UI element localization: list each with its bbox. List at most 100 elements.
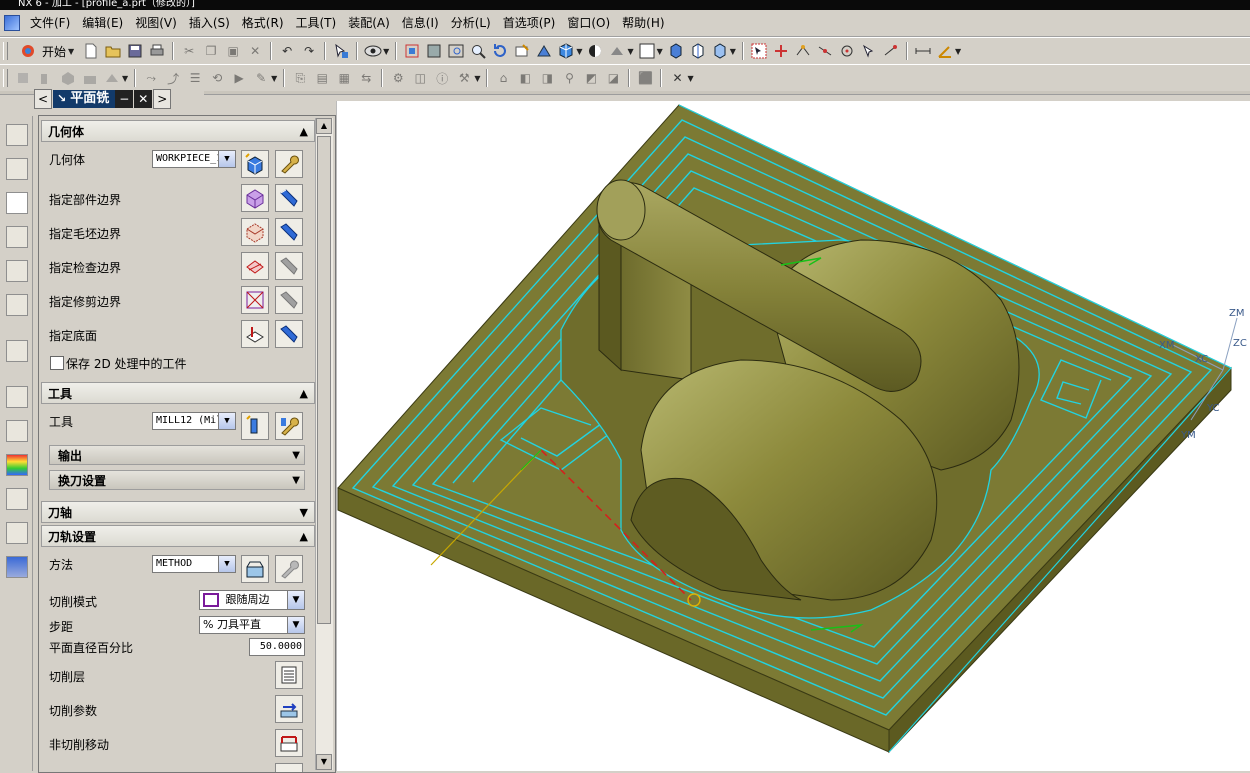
chevron-down-icon[interactable]: ▼ xyxy=(687,74,693,83)
cut-icon[interactable]: ✂ xyxy=(180,42,198,60)
output-subsection[interactable]: 输出 ▼ xyxy=(49,445,305,465)
fit-icon[interactable] xyxy=(403,42,421,60)
chevron-down-icon[interactable]: ▼ xyxy=(955,47,961,56)
display-blank-boundary-button[interactable] xyxy=(275,218,303,246)
cut-levels-button[interactable] xyxy=(275,661,303,689)
view-orient-icon[interactable] xyxy=(667,42,685,60)
new-tool-button[interactable] xyxy=(241,412,269,440)
web-browser-icon[interactable] xyxy=(6,340,28,362)
nx-app-icon[interactable] xyxy=(4,15,20,31)
save-2d-checkbox[interactable] xyxy=(50,356,64,370)
new-method-button[interactable] xyxy=(241,555,269,583)
zoom-window-icon[interactable] xyxy=(425,42,443,60)
menu-format[interactable]: 格式(R) xyxy=(236,10,290,36)
undo-icon[interactable]: ↶ xyxy=(278,42,296,60)
shop-doc-icon[interactable]: ▤ xyxy=(313,69,331,87)
method-select[interactable]: METHOD ▼ xyxy=(152,555,236,573)
specify-part-boundary-button[interactable] xyxy=(241,184,269,212)
hd3d-tools-icon[interactable] xyxy=(6,294,28,316)
chevron-down-icon[interactable]: ▼ xyxy=(122,74,128,83)
background-icon[interactable] xyxy=(638,42,656,60)
delete-icon[interactable]: ✕ xyxy=(246,42,264,60)
scroll-thumb[interactable] xyxy=(317,136,331,624)
path-edit-icon[interactable]: ✎ xyxy=(252,69,270,87)
dialog-title-bar[interactable]: ↘ 平面铣 xyxy=(53,90,116,108)
display-floor-button[interactable] xyxy=(275,320,303,348)
snap-mid-icon[interactable] xyxy=(816,42,834,60)
edit-method-button[interactable] xyxy=(275,555,303,583)
render-style-icon[interactable] xyxy=(586,42,604,60)
select-filter-icon[interactable] xyxy=(332,42,350,60)
chevron-down-icon[interactable]: ▼ xyxy=(730,47,736,56)
chevron-down-icon[interactable]: ▼ xyxy=(576,47,582,56)
menu-view[interactable]: 视图(V) xyxy=(129,10,183,36)
specify-trim-boundary-button[interactable] xyxy=(241,286,269,314)
edit-tool-button[interactable] xyxy=(275,412,303,440)
menu-preferences[interactable]: 首选项(P) xyxy=(497,10,562,36)
part-icon[interactable]: ⬛ xyxy=(636,69,654,87)
ipw-icon[interactable]: ◨ xyxy=(538,69,556,87)
simulate-icon[interactable]: ▶ xyxy=(230,69,248,87)
replay-path-icon[interactable]: ⤴ xyxy=(164,69,182,87)
chevron-down-icon[interactable]: ▼ xyxy=(657,47,663,56)
copy-icon[interactable]: ❐ xyxy=(202,42,220,60)
rotate-icon[interactable] xyxy=(491,42,509,60)
dialog-scrollbar[interactable]: ▲ ▼ xyxy=(315,118,333,770)
display-part-boundary-button[interactable] xyxy=(275,184,303,212)
tool-select[interactable]: MILL12 (Mill ▼ xyxy=(152,412,236,430)
transform-icon[interactable]: ⇆ xyxy=(357,69,375,87)
stepover-select[interactable]: % 刀具平直 ▼ xyxy=(199,616,305,634)
view-top-icon[interactable] xyxy=(689,42,707,60)
measure-angle-icon[interactable] xyxy=(936,42,954,60)
menu-assembly[interactable]: 装配(A) xyxy=(342,10,396,36)
snap-center-icon[interactable] xyxy=(838,42,856,60)
palette-icon[interactable] xyxy=(6,454,28,476)
pan-icon[interactable] xyxy=(513,42,531,60)
chevron-down-icon[interactable]: ▼ xyxy=(474,74,480,83)
tool-section-header[interactable]: 工具 ▲ xyxy=(41,382,315,404)
menu-edit[interactable]: 编辑(E) xyxy=(76,10,129,36)
chevron-down-icon[interactable]: ▼ xyxy=(271,74,277,83)
minimize-icon[interactable]: − xyxy=(115,90,134,108)
list-path-icon[interactable]: ☰ xyxy=(186,69,204,87)
specify-check-boundary-button[interactable] xyxy=(241,252,269,280)
generate-path-icon[interactable]: ⤳ xyxy=(142,69,160,87)
snap-arrow-icon[interactable] xyxy=(860,42,878,60)
chevron-right-icon[interactable]: > xyxy=(153,89,172,109)
chevron-down-icon[interactable]: ▼ xyxy=(627,47,633,56)
create-geometry-icon[interactable] xyxy=(59,69,77,87)
redo-icon[interactable]: ↷ xyxy=(300,42,318,60)
machine-navigator-icon[interactable] xyxy=(6,226,28,248)
menu-window[interactable]: 窗口(O) xyxy=(561,10,616,36)
geometry-select[interactable]: WORKPIECE_1 ▼ xyxy=(152,150,236,168)
settings-icon[interactable]: ⚒ xyxy=(455,69,473,87)
percent-input[interactable]: 50.0000 xyxy=(249,638,305,656)
non-cut-moves-button[interactable] xyxy=(275,729,303,757)
graphics-viewport[interactable]: ZM ZC XM XC YC YM xyxy=(336,101,1250,771)
menu-file[interactable]: 文件(F) xyxy=(24,10,76,36)
shaded-cube-icon[interactable] xyxy=(557,42,575,60)
axis-section-header[interactable]: 刀轴 ▼ xyxy=(41,501,315,523)
measure-distance-icon[interactable] xyxy=(914,42,932,60)
chevron-left-icon[interactable]: < xyxy=(34,89,52,109)
cutter-icon[interactable]: ⚲ xyxy=(560,69,578,87)
verify-path-icon[interactable]: ⟲ xyxy=(208,69,226,87)
paste-icon[interactable]: ▣ xyxy=(224,42,242,60)
system-materials-icon[interactable] xyxy=(6,420,28,442)
open-file-icon[interactable] xyxy=(104,42,122,60)
select-point-icon[interactable] xyxy=(750,42,768,60)
perspective-icon[interactable] xyxy=(535,42,553,60)
show-hide-icon[interactable] xyxy=(364,42,382,60)
edit-geometry-button[interactable] xyxy=(275,150,303,178)
menu-insert[interactable]: 插入(S) xyxy=(183,10,236,36)
new-geometry-button[interactable] xyxy=(241,150,269,178)
cut-pattern-select[interactable]: 跟随周边 ▼ xyxy=(199,590,305,610)
postprocess-icon[interactable]: ⎘ xyxy=(291,69,309,87)
holder-icon[interactable]: ◩ xyxy=(582,69,600,87)
create-tool-icon[interactable] xyxy=(37,69,55,87)
toolbar-grip[interactable] xyxy=(3,69,8,87)
constraint-navigator-icon[interactable] xyxy=(6,158,28,180)
menu-analysis[interactable]: 分析(L) xyxy=(445,10,497,36)
delete-x-icon[interactable]: ✕ xyxy=(668,69,686,87)
blank-icon[interactable]: ◧ xyxy=(516,69,534,87)
